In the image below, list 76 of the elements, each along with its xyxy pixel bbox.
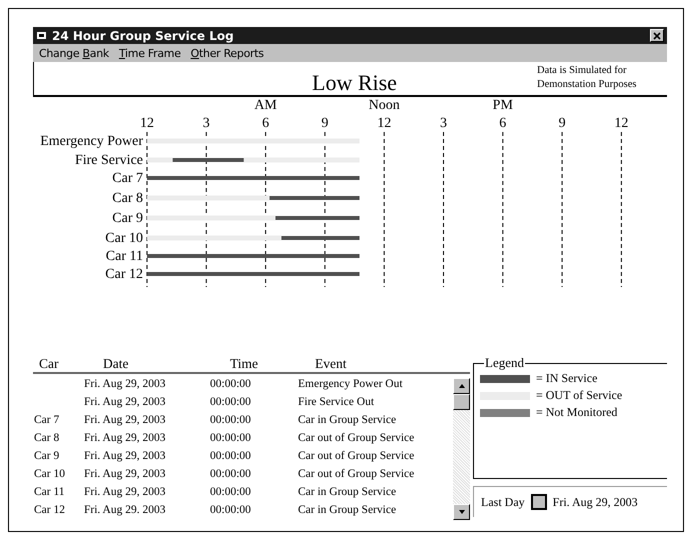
last-day-label: Last Day — [481, 494, 525, 510]
menu-item[interactable]: Other Reports — [190, 46, 264, 60]
table-cell-text: Car 7 — [33, 414, 60, 426]
menu-item[interactable]: Time Frame — [118, 46, 181, 60]
table-cell-text: Fri. Aug 29, 2003 — [84, 468, 166, 480]
row-label: Emergency Power — [40, 134, 143, 149]
row-label: Car 10 — [105, 231, 143, 246]
table-cell-text: Car in Group Service — [298, 414, 398, 426]
close-icon — [653, 32, 661, 40]
table-cell-text: Car in Group Service — [298, 486, 398, 498]
table-cell-text: 00:00:00 — [210, 432, 252, 444]
tick-label: 12 — [377, 116, 392, 131]
up-arrow-icon — [458, 383, 466, 389]
table-cell-text: Car out of Group Service — [298, 432, 416, 444]
table-cell-text: Car 8 — [33, 432, 60, 444]
table-cell-text: Car 12 — [33, 504, 66, 516]
table-cell-text: Emergency Power Out — [298, 378, 404, 390]
close-button[interactable] — [650, 29, 664, 42]
menu-item[interactable]: Change Bank — [39, 46, 109, 60]
last-day-date: Fri. Aug 29, 2003 — [552, 494, 638, 510]
row-label: Car 9 — [112, 211, 143, 226]
table-cell-text: 00:00:00 — [210, 414, 252, 426]
table-cell-text: Fri. Aug 29, 2003 — [84, 450, 166, 462]
table-cell-text: Fri. Aug 29, 2003 — [84, 378, 166, 390]
table-cell-text: Car 11 — [33, 486, 66, 498]
window-icon — [36, 30, 48, 40]
row-label: Car 12 — [105, 267, 143, 282]
table-cell-text: Fri. Aug 29, 2003 — [84, 432, 166, 444]
scroll-up-button[interactable] — [453, 378, 470, 394]
column-header: Car — [38, 356, 60, 372]
legend-title: Legend — [484, 355, 525, 371]
table-cell-text: Fri. Aug 29. 2003 — [84, 504, 166, 516]
down-arrow-icon — [458, 509, 466, 515]
simulation-note: Data is Simulated for Demonstation Purposes — [537, 64, 638, 92]
tick-label: 6 — [499, 116, 506, 131]
table-cell-text: Car in Group Service — [298, 504, 398, 516]
column-header: Time — [229, 356, 260, 372]
table-cell-text: Car 10 — [33, 468, 66, 480]
tick-label: 9 — [558, 116, 566, 131]
table-cell-text: Fri. Aug 29, 2003 — [84, 486, 166, 498]
row-label: Car 8 — [112, 191, 143, 206]
table-cell-text: 00:00:00 — [210, 396, 252, 408]
tick-label: 12 — [140, 116, 154, 131]
tick-label: 12 — [614, 116, 628, 131]
table-cell-text: 00:00:00 — [210, 504, 252, 516]
table-cell-text: 00:00:00 — [210, 450, 252, 462]
period-label: PM — [492, 98, 513, 113]
row-label: Car 7 — [112, 171, 143, 186]
scroll-thumb[interactable] — [453, 394, 470, 410]
row-label: Fire Service — [74, 153, 143, 168]
scroll-down-button[interactable] — [453, 504, 470, 520]
tick-label: 3 — [440, 116, 447, 131]
legend-label: = Not Monitored — [536, 405, 618, 420]
table-cell-text: Car 9 — [33, 450, 60, 462]
tick-label: 9 — [321, 116, 328, 131]
legend-label: = OUT of Service — [536, 388, 622, 403]
period-label: Noon — [368, 98, 400, 113]
table-cell-text: Car out of Group Service — [298, 468, 416, 480]
last-day-toggle[interactable] — [530, 494, 547, 510]
row-label: Car 11 — [106, 249, 143, 264]
scrollbar[interactable] — [453, 378, 470, 520]
table-cell-text: 00:00:00 — [210, 486, 252, 498]
period-label: AM — [254, 98, 277, 113]
table-cell-text: 00:00:00 — [210, 468, 252, 480]
column-header: Event — [314, 356, 348, 372]
table-cell-text: Fri. Aug 29, 2003 — [84, 396, 166, 408]
legend-label: = IN Service — [536, 371, 598, 386]
table-cell-text: 00:00:00 — [210, 378, 252, 390]
report-title: Low Rise — [312, 71, 397, 95]
table-cell-text: Car out of Group Service — [298, 450, 416, 462]
tick-label: 6 — [262, 116, 270, 131]
tick-label: 3 — [202, 116, 210, 131]
window-title: 24 Hour Group Service Log — [52, 28, 235, 42]
table-cell-text: Fire Service Out — [298, 396, 376, 408]
column-header: Date — [102, 356, 130, 372]
table-cell-text: Fri. Aug 29, 2003 — [84, 414, 166, 426]
